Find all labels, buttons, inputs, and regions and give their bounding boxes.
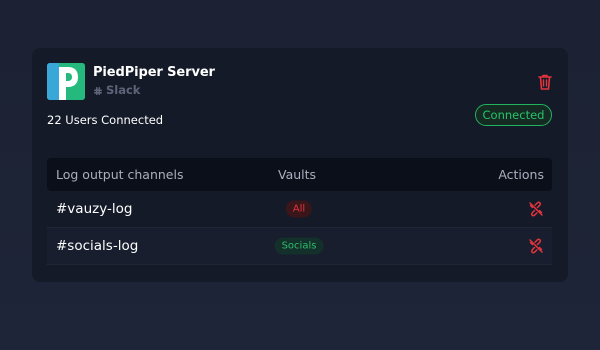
unlink-icon[interactable] xyxy=(528,238,544,254)
server-name: PiedPiper Server xyxy=(93,65,215,80)
channels-table: Log output channels Vaults Actions #vauz… xyxy=(47,158,552,265)
connection-status-badge: Connected xyxy=(475,104,552,126)
trash-icon[interactable] xyxy=(537,73,553,91)
users-connected-count: 22 Users Connected xyxy=(47,113,164,127)
column-header-vaults: Vaults xyxy=(278,167,317,182)
column-header-actions: Actions xyxy=(498,167,544,182)
platform-label: Slack xyxy=(93,83,140,97)
table-row: #socials-log Socials xyxy=(47,228,552,265)
slack-icon xyxy=(93,85,103,95)
vault-badge: All xyxy=(285,200,313,218)
integration-card: PiedPiper Server Slack 22 Users Connecte… xyxy=(32,48,568,282)
table-row: #vauzy-log All xyxy=(47,191,552,228)
vault-badge: Socials xyxy=(274,237,324,255)
channel-name: #vauzy-log xyxy=(56,201,133,217)
unlink-icon[interactable] xyxy=(528,201,544,217)
piedpiper-logo-icon xyxy=(47,63,85,100)
column-header-channels: Log output channels xyxy=(56,167,184,182)
platform-name: Slack xyxy=(106,83,141,97)
table-header: Log output channels Vaults Actions xyxy=(47,158,552,191)
channel-name: #socials-log xyxy=(56,238,139,254)
